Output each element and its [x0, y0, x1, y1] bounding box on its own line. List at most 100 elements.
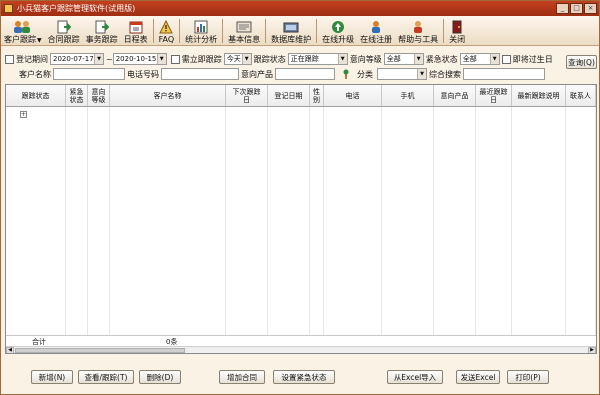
immediate-tracking-select[interactable]: 今天 ▼	[223, 53, 252, 65]
add-button[interactable]: 新增(N)	[31, 370, 73, 384]
database-icon	[283, 20, 299, 34]
toolbar-statistics-button[interactable]: 统计分析	[182, 17, 220, 45]
toolbar-online-register-button[interactable]: 在线注册	[357, 17, 395, 45]
column-header[interactable]: 下次跟踪 日	[226, 85, 268, 106]
general-search-input[interactable]	[463, 68, 545, 80]
toolbar-label: 关闭	[449, 35, 466, 44]
chevron-down-icon[interactable]: ▼	[156, 54, 166, 64]
app-logo-icon	[4, 4, 13, 13]
column-header[interactable]: 客户名称	[110, 85, 226, 106]
close-door-icon	[451, 20, 463, 34]
toolbar-help-tools-button[interactable]: 帮助与工具	[395, 17, 441, 45]
intent-level-value: 全部	[386, 55, 401, 63]
date-to-picker[interactable]: 2020-10-15 ▼	[112, 53, 167, 65]
intent-product-input[interactable]	[275, 68, 335, 80]
pin-icon[interactable]	[341, 69, 351, 79]
close-window-button[interactable]: ×	[584, 3, 597, 14]
column-header[interactable]: 跟踪状态	[6, 85, 66, 106]
toolbar-task-tracking-button[interactable]: 事务跟踪	[83, 17, 121, 45]
chevron-down-icon[interactable]: ▼	[37, 37, 42, 44]
category-select[interactable]: ▼	[377, 68, 427, 80]
intent-level-label: 意向等级	[349, 54, 382, 64]
chevron-down-icon[interactable]: ▼	[337, 54, 347, 64]
birthday-label: 即将过生日	[512, 54, 553, 64]
import-excel-button[interactable]: 从Excel导入	[387, 370, 443, 384]
set-urgent-button[interactable]: 设置紧急状态	[273, 370, 335, 384]
toolbar-separator	[265, 19, 267, 43]
column-header[interactable]: 联系人	[566, 85, 596, 106]
customer-name-input[interactable]	[53, 68, 125, 80]
toolbar-customer-tracking-button[interactable]: 客户跟踪▼	[1, 17, 45, 45]
toolbar-separator	[152, 19, 154, 43]
toolbar-label: 统计分析	[185, 35, 218, 44]
urgent-status-select[interactable]: 全部 ▼	[459, 53, 500, 65]
tracking-status-value: 正在跟踪	[290, 55, 319, 63]
maximize-button[interactable]: □	[570, 3, 583, 14]
info-icon	[236, 20, 252, 34]
add-contract-button[interactable]: 增加合同	[219, 370, 265, 384]
chevron-down-icon[interactable]: ▼	[489, 54, 499, 64]
toolbar-label: 日程表	[123, 35, 148, 44]
people-icon	[12, 20, 34, 34]
general-search-label: 综合搜索	[429, 69, 461, 79]
toolbar-label: FAQ	[158, 35, 175, 44]
horizontal-scrollbar[interactable]: ◀ ▶	[6, 346, 596, 353]
column-header[interactable]: 最近跟踪 日	[476, 85, 512, 106]
query-button[interactable]: 查询(Q)	[566, 55, 597, 69]
customer-grid: 跟踪状态 紧急 状态 意向 等级 客户名称 下次跟踪 日 登记日期 性 别 电话…	[5, 84, 597, 354]
tracking-status-select[interactable]: 正在跟踪 ▼	[287, 53, 348, 65]
toolbar-label: 事务跟踪	[85, 35, 118, 44]
immediate-tracking-label: 需立即跟踪	[181, 54, 222, 64]
column-header[interactable]: 意向产品	[434, 85, 476, 106]
date-range-checkbox[interactable]	[5, 54, 14, 64]
intent-product-label: 意向产品	[241, 69, 273, 79]
scroll-right-icon[interactable]: ▶	[588, 347, 596, 353]
column-header[interactable]: 登记日期	[268, 85, 310, 106]
send-excel-button[interactable]: 发送Excel	[456, 370, 500, 384]
view-track-button[interactable]: 查看/跟踪(T)	[78, 370, 134, 384]
toolbar-calendar-button[interactable]: 日程表	[121, 17, 151, 45]
toolbar-label: 客户跟踪	[4, 35, 36, 44]
date-from-value: 2020-07-17	[53, 55, 94, 63]
toolbar-close-button[interactable]: 关闭	[446, 17, 468, 45]
chevron-down-icon[interactable]: ▼	[241, 54, 251, 64]
toolbar-database-button[interactable]: 数据库维护	[268, 17, 314, 45]
scroll-left-icon[interactable]: ◀	[6, 347, 14, 353]
expand-group-icon[interactable]: +	[20, 111, 27, 118]
chevron-down-icon[interactable]: ▼	[94, 54, 103, 64]
date-from-picker[interactable]: 2020-07-17 ▼	[50, 53, 104, 65]
column-header[interactable]: 紧急 状态	[66, 85, 88, 106]
intent-level-select[interactable]: 全部 ▼	[383, 53, 424, 65]
delete-button[interactable]: 删除(D)	[139, 370, 181, 384]
column-header[interactable]: 电话	[324, 85, 382, 106]
main-toolbar: 客户跟踪▼ 合同跟踪 事务跟踪 日程表 FAQ 统计分析 基本信息 数据库维护 …	[1, 16, 599, 46]
birthday-checkbox[interactable]	[501, 54, 511, 64]
phone-input[interactable]	[161, 68, 239, 80]
toolbar-online-upgrade-button[interactable]: 在线升级	[319, 17, 357, 45]
chevron-down-icon[interactable]: ▼	[413, 54, 423, 64]
toolbar-basic-info-button[interactable]: 基本信息	[225, 17, 263, 45]
column-header[interactable]: 手机	[382, 85, 434, 106]
scrollbar-thumb[interactable]	[15, 348, 185, 353]
toolbar-contract-tracking-button[interactable]: 合同跟踪	[45, 17, 83, 45]
toolbar-separator	[316, 19, 318, 43]
immediate-tracking-checkbox[interactable]	[170, 54, 180, 64]
toolbar-label: 在线注册	[360, 35, 393, 44]
app-window: 小兵猫客户跟踪管理软件(试用版) _ □ × 客户跟踪▼ 合同跟踪 事务跟踪 日…	[0, 0, 600, 395]
toolbar-separator	[222, 19, 224, 43]
minimize-button[interactable]: _	[556, 3, 569, 14]
chevron-down-icon[interactable]: ▼	[417, 69, 426, 79]
grid-body[interactable]	[6, 107, 596, 335]
title-bar: 小兵猫客户跟踪管理软件(试用版) _ □ ×	[1, 1, 599, 16]
urgent-status-value: 全部	[462, 55, 477, 63]
date-range-label: 登记期间	[16, 54, 48, 64]
calendar-icon	[129, 20, 143, 34]
column-header[interactable]: 最新跟踪说明	[512, 85, 566, 106]
faq-icon	[159, 20, 174, 34]
toolbar-faq-button[interactable]: FAQ	[156, 17, 178, 45]
print-button[interactable]: 打印(P)	[507, 370, 549, 384]
toolbar-label: 基本信息	[228, 35, 261, 44]
contract-arrow-icon	[57, 20, 71, 34]
column-header[interactable]: 性 别	[310, 85, 324, 106]
column-header[interactable]: 意向 等级	[88, 85, 110, 106]
